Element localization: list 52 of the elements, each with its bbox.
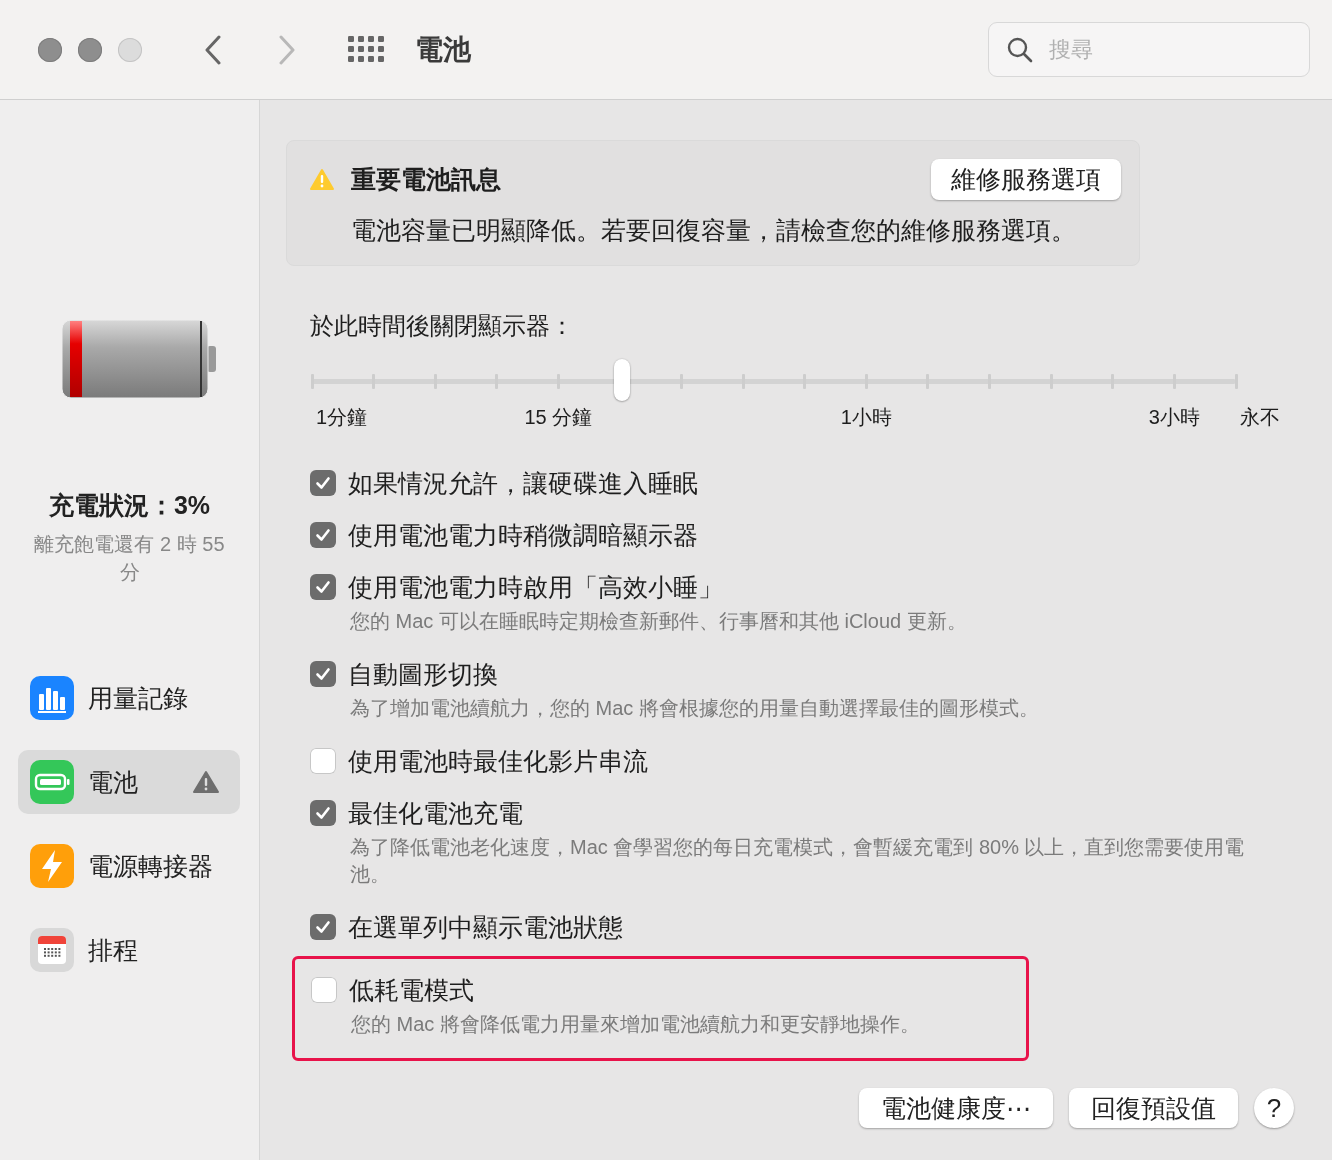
back-icon[interactable] xyxy=(204,34,222,65)
search-icon xyxy=(1007,37,1033,63)
checkbox[interactable] xyxy=(310,574,336,600)
help-button[interactable]: ? xyxy=(1254,1088,1294,1128)
option-description: 為了降低電池老化速度，Mac 會學習您的每日充電模式，會暫緩充電到 80% 以上，直到您需要使用電池。 xyxy=(350,835,1246,887)
option-label: 使用電池電力時稍微調暗顯示器 xyxy=(348,519,698,551)
sidebar-item[interactable]: 電池 xyxy=(18,750,240,814)
grid-icon[interactable] xyxy=(348,36,385,63)
checkbox[interactable] xyxy=(310,522,336,548)
warning-icon xyxy=(309,167,335,192)
checkbox[interactable] xyxy=(311,977,337,1003)
sidebar-item[interactable]: 電源轉接器 xyxy=(18,834,240,898)
option-label: 自動圖形切換 xyxy=(348,658,498,690)
checkbox[interactable] xyxy=(310,470,336,496)
option-description: 您的 Mac 可以在睡眠時定期檢查新郵件、行事曆和其他 iCloud 更新。 xyxy=(350,609,968,634)
option-label: 如果情況允許，讓硬碟進入睡眠 xyxy=(348,467,698,499)
calendar-icon xyxy=(30,928,74,972)
charge-time-remaining: 離充飽電還有 2 時 55 分 xyxy=(33,532,226,585)
option-description: 您的 Mac 將會降低電力用量來增加電池續航力和更安靜地操作。 xyxy=(351,1012,921,1037)
minimize-button[interactable] xyxy=(78,37,102,62)
checkbox[interactable] xyxy=(310,748,336,774)
slider-scale-label: 3小時 xyxy=(1148,405,1200,430)
slider-scale-label: 1分鐘 xyxy=(316,405,368,430)
battery-icon xyxy=(60,319,217,399)
bar-chart-icon xyxy=(30,676,74,720)
checkbox[interactable] xyxy=(310,914,336,940)
option-label: 使用電池電力時啟用「高效小睡」 xyxy=(348,571,723,603)
service-options-button[interactable]: 維修服務選項 xyxy=(931,159,1121,200)
notice-title: 重要電池訊息 xyxy=(351,164,501,195)
sidebar-item[interactable]: 排程 xyxy=(18,918,240,982)
charge-status: 充電狀況：3% xyxy=(48,490,211,521)
option-label: 在選單列中顯示電池狀態 xyxy=(348,911,623,943)
slider-label: 於此時間後關閉顯示器： xyxy=(310,311,575,341)
window-title: 電池 xyxy=(415,32,471,67)
option-label: 低耗電模式 xyxy=(349,974,474,1006)
slider-scale-label: 永不 xyxy=(1240,405,1280,430)
checkbox[interactable] xyxy=(310,800,336,826)
slider-scale-label: 15 分鐘 xyxy=(524,405,593,430)
option-label: 最佳化電池充電 xyxy=(348,797,523,829)
slider-thumb[interactable] xyxy=(613,359,630,401)
slider-scale-label: 1小時 xyxy=(840,405,892,430)
lightning-bolt-icon xyxy=(30,844,74,888)
sidebar-item[interactable]: 用量記錄 xyxy=(18,666,240,730)
action-button[interactable]: 電池健康度⋯ xyxy=(859,1088,1053,1128)
checkbox[interactable] xyxy=(310,661,336,687)
battery-icon xyxy=(30,760,74,804)
notice-message: 電池容量已明顯降低。若要回復容量，請檢查您的維修服務選項。 xyxy=(351,215,1077,246)
search-field[interactable]: 搜尋 xyxy=(988,22,1310,77)
option-label: 使用電池時最佳化影片串流 xyxy=(348,745,648,777)
action-button[interactable]: 回復預設值 xyxy=(1069,1088,1238,1128)
close-button[interactable] xyxy=(38,37,62,62)
option-description: 為了增加電池續航力，您的 Mac 將會根據您的用量自動選擇最佳的圖形模式。 xyxy=(350,696,1040,721)
